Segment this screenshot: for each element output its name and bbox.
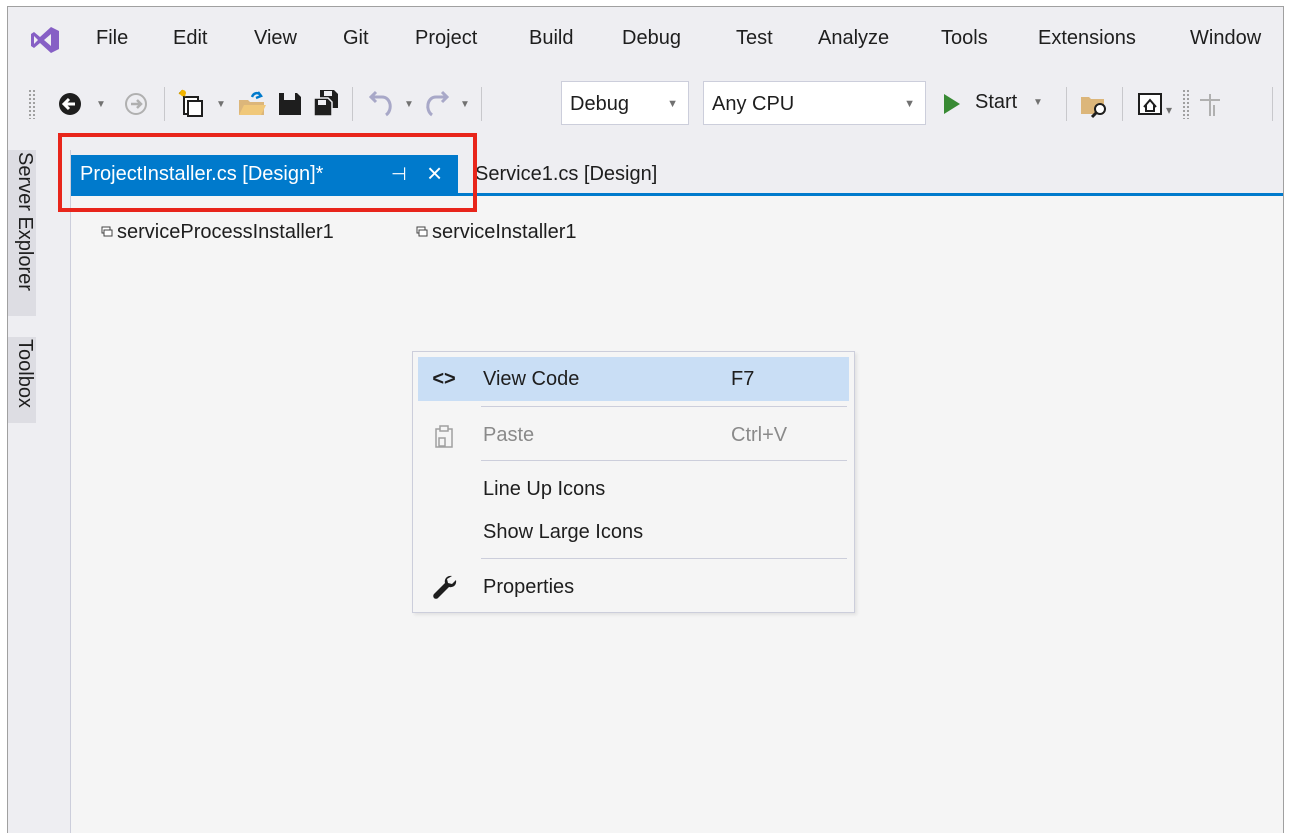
solution-platform-dropdown[interactable]: Any CPU ▼ — [703, 81, 926, 125]
save-icon[interactable] — [274, 88, 306, 120]
back-arrow-icon[interactable] — [54, 88, 86, 120]
play-icon — [944, 94, 960, 114]
menu-separator — [481, 406, 847, 407]
toolbar-separator — [1122, 87, 1123, 121]
component-icon — [416, 226, 428, 237]
menu-item-label: View Code — [483, 368, 580, 390]
tab-title: ProjectInstaller.cs [Design]* — [80, 163, 324, 185]
server-explorer-label: Server Explorer — [14, 152, 36, 291]
menu-window[interactable]: Window — [1190, 27, 1261, 50]
toolbar-add-remove-icon[interactable] — [1194, 88, 1226, 120]
back-dropdown-icon[interactable]: ▼ — [96, 99, 106, 110]
left-tool-window-strip: Server Explorer Toolbox — [8, 150, 36, 833]
context-menu: <> View Code F7 Paste Ctrl+V Line Up Ico… — [412, 351, 855, 613]
menu-analyze[interactable]: Analyze — [818, 27, 889, 50]
menu-item-view-code[interactable]: <> View Code F7 — [418, 357, 849, 401]
menu-bar: File Edit View Git Project Build Debug T… — [8, 7, 1283, 75]
menu-separator — [481, 558, 847, 559]
paste-icon — [435, 425, 453, 448]
menu-tools[interactable]: Tools — [941, 27, 988, 50]
menu-item-paste[interactable]: Paste Ctrl+V — [418, 413, 849, 457]
menu-item-shortcut: Ctrl+V — [731, 424, 788, 446]
menu-separator — [481, 460, 847, 461]
toolbox-label: Toolbox — [14, 339, 36, 408]
menu-item-properties[interactable]: Properties — [418, 565, 849, 609]
start-label: Start — [975, 91, 1018, 113]
menu-item-label: Paste — [483, 424, 535, 446]
platform-value: Any CPU — [712, 93, 795, 115]
forward-arrow-icon[interactable] — [120, 88, 152, 120]
document-tab-strip: ProjectInstaller.cs [Design]* ⊣ × Servic… — [71, 150, 1283, 199]
new-project-dropdown-icon[interactable]: ▼ — [216, 99, 226, 110]
configuration-value: Debug — [570, 93, 629, 115]
menu-edit[interactable]: Edit — [173, 27, 207, 50]
menu-test[interactable]: Test — [736, 27, 773, 50]
menu-view[interactable]: View — [254, 27, 297, 50]
component-icon — [101, 226, 113, 237]
pin-icon[interactable]: ⊣ — [391, 164, 407, 185]
component-serviceinstaller1[interactable]: serviceInstaller1 — [416, 221, 577, 244]
toolbar-overflow-icon[interactable]: ▾ — [1166, 103, 1172, 117]
menu-item-line-up-icons[interactable]: Line Up Icons — [418, 467, 849, 511]
solution-explorer-icon[interactable] — [1134, 88, 1166, 120]
server-explorer-tab[interactable]: Server Explorer — [8, 150, 36, 316]
redo-dropdown-icon[interactable]: ▼ — [460, 99, 470, 110]
menu-item-label: Show Large Icons — [483, 521, 644, 543]
menu-debug[interactable]: Debug — [622, 27, 681, 50]
code-brackets-icon: <> — [432, 368, 456, 390]
undo-icon[interactable] — [364, 88, 396, 120]
menu-extensions[interactable]: Extensions — [1038, 27, 1136, 50]
component-label: serviceInstaller1 — [432, 221, 577, 243]
component-label: serviceProcessInstaller1 — [117, 221, 334, 243]
menu-item-label: Properties — [483, 576, 575, 598]
menu-build[interactable]: Build — [529, 27, 573, 50]
toolbar-separator — [1066, 87, 1067, 121]
visual-studio-logo-icon[interactable] — [30, 25, 60, 55]
menu-item-shortcut: F7 — [731, 368, 755, 390]
close-icon[interactable]: × — [427, 159, 442, 187]
menu-git[interactable]: Git — [343, 27, 369, 50]
toolbar-separator — [352, 87, 353, 121]
toolbar-grip[interactable] — [1182, 89, 1190, 119]
new-project-icon[interactable] — [176, 88, 208, 120]
start-debugging-button[interactable]: Start ▼ — [938, 87, 1050, 121]
toolbox-tab[interactable]: Toolbox — [8, 337, 36, 423]
undo-dropdown-icon[interactable]: ▼ — [404, 99, 414, 110]
chevron-down-icon: ▼ — [904, 98, 915, 110]
tab-service1-design[interactable]: Service1.cs [Design] — [475, 163, 657, 186]
start-dropdown-icon[interactable]: ▼ — [1033, 97, 1043, 108]
menu-file[interactable]: File — [96, 27, 128, 50]
tab-projectinstaller-design[interactable]: ProjectInstaller.cs [Design]* ⊣ × — [71, 155, 458, 194]
menu-item-show-large-icons[interactable]: Show Large Icons — [418, 510, 849, 554]
find-in-files-icon[interactable] — [1078, 88, 1110, 120]
redo-icon[interactable] — [422, 88, 454, 120]
chevron-down-icon: ▼ — [667, 98, 678, 110]
solution-configuration-dropdown[interactable]: Debug ▼ — [561, 81, 689, 125]
toolbar-separator — [1272, 87, 1273, 121]
open-file-icon[interactable] — [236, 88, 268, 120]
menu-item-label: Line Up Icons — [483, 478, 606, 500]
component-serviceprocessinstaller1[interactable]: serviceProcessInstaller1 — [101, 221, 334, 244]
standard-toolbar: ▼ ▼ ▼ ▼ Debug ▼ Any CPU ▼ Start ▼ ▾ — [8, 75, 1283, 137]
toolbar-grip[interactable] — [28, 89, 36, 119]
toolbar-separator — [481, 87, 482, 121]
save-all-icon[interactable] — [310, 88, 342, 120]
toolbar-separator — [164, 87, 165, 121]
menu-project[interactable]: Project — [415, 27, 477, 50]
wrench-icon — [433, 575, 457, 599]
